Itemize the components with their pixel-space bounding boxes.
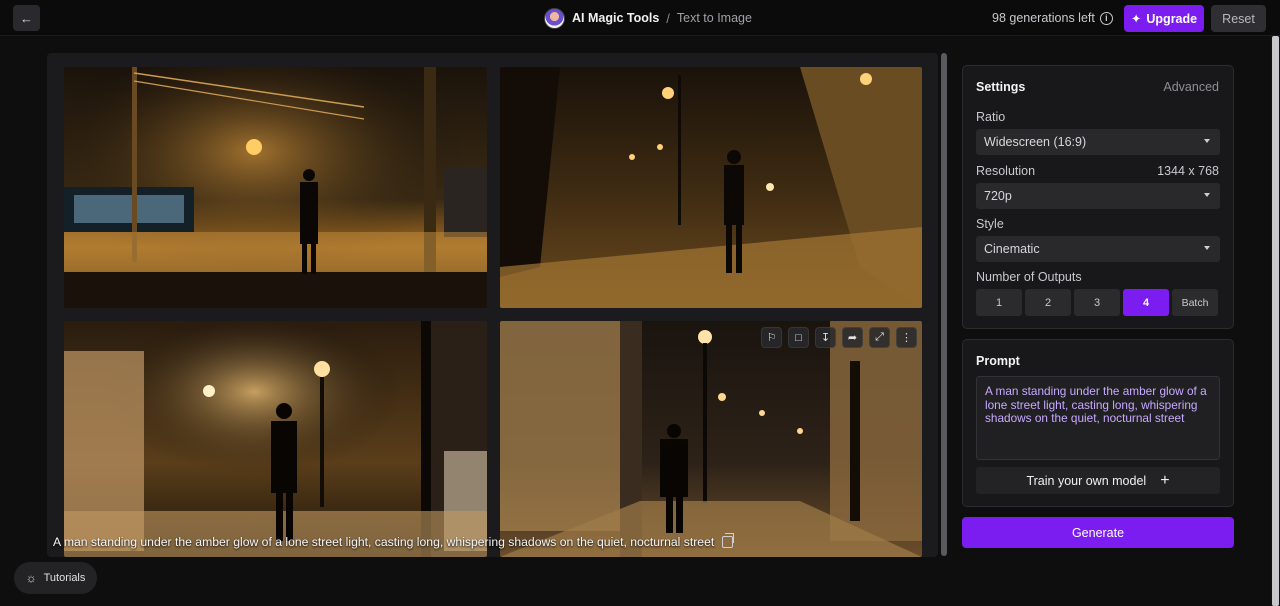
generations-text: 98 generations left <box>992 11 1095 25</box>
chevron-down-icon <box>1204 193 1210 197</box>
prompt-title: Prompt <box>976 354 1020 368</box>
output-option-2[interactable]: 2 <box>1025 289 1071 316</box>
sparkle-icon: ✦ <box>1130 12 1142 26</box>
plus-icon: + <box>1160 471 1170 489</box>
output-option-4[interactable]: 4 <box>1123 289 1169 316</box>
resolution-value: 720p <box>984 189 1012 203</box>
generated-image-1[interactable] <box>64 67 487 308</box>
chevron-down-icon <box>1204 139 1210 143</box>
prompt-input[interactable]: A man standing under the amber glow of a… <box>976 376 1220 460</box>
top-bar: ← AI Magic Tools / Text to Image 98 gene… <box>0 0 1280 36</box>
output-option-3[interactable]: 3 <box>1074 289 1120 316</box>
more-icon[interactable]: ⋮ <box>896 327 917 348</box>
folder-icon[interactable]: □ <box>788 327 809 348</box>
train-model-button[interactable]: Train your own model + <box>976 467 1220 494</box>
ratio-select[interactable]: Widescreen (16:9) <box>976 129 1220 155</box>
style-value: Cinematic <box>984 242 1040 256</box>
reset-button[interactable]: Reset <box>1211 5 1266 32</box>
style-select[interactable]: Cinematic <box>976 236 1220 262</box>
lightbulb-icon: ☼ <box>25 571 37 585</box>
resolution-select[interactable]: 720p <box>976 183 1220 209</box>
generations-counter: 98 generations left i <box>992 11 1113 25</box>
style-label: Style <box>976 217 1004 231</box>
breadcrumb-app[interactable]: AI Magic Tools <box>572 11 659 25</box>
app-avatar <box>544 7 565 29</box>
expand-icon[interactable]: ⤢ <box>869 327 890 348</box>
gallery-scrollbar[interactable] <box>940 53 948 556</box>
generated-image-4[interactable] <box>500 321 922 557</box>
image-gallery: ⚐ □ ↧ ➦ ⤢ ⋮ A man standing under the amb… <box>47 53 938 557</box>
info-icon[interactable]: i <box>1099 11 1113 25</box>
breadcrumb-page: Text to Image <box>676 11 752 25</box>
image-caption: A man standing under the amber glow of a… <box>53 533 753 549</box>
upgrade-label: Upgrade <box>1146 11 1198 26</box>
back-button[interactable]: ← <box>13 5 40 31</box>
output-option-1[interactable]: 1 <box>976 289 1022 316</box>
chevron-down-icon <box>1204 246 1210 250</box>
flag-icon[interactable]: ⚐ <box>761 327 782 348</box>
page-scrollbar[interactable] <box>1271 36 1280 606</box>
generate-button[interactable]: Generate <box>962 517 1234 548</box>
output-option-batch[interactable]: Batch <box>1172 289 1218 316</box>
outputs-label: Number of Outputs <box>976 270 1082 284</box>
resolution-label: Resolution <box>976 164 1036 178</box>
resolution-dimensions: 1344 x 768 <box>1157 164 1219 178</box>
gallery-scrollbar-thumb[interactable] <box>941 53 947 556</box>
page-scrollbar-thumb[interactable] <box>1272 36 1279 606</box>
copy-icon[interactable] <box>722 533 735 548</box>
train-model-label: Train your own model <box>1026 473 1147 488</box>
upgrade-button[interactable]: ✦ Upgrade <box>1124 5 1204 32</box>
ratio-value: Widescreen (16:9) <box>984 135 1087 149</box>
arrow-left-icon: ← <box>20 10 33 26</box>
breadcrumb: AI Magic Tools / Text to Image <box>544 7 752 29</box>
prompt-panel: Prompt A man standing under the amber gl… <box>962 339 1234 507</box>
generated-image-3[interactable] <box>64 321 487 557</box>
outputs-selector: 1 2 3 4 Batch <box>976 289 1218 316</box>
download-icon[interactable]: ↧ <box>815 327 836 348</box>
settings-panel: Settings Advanced Ratio Widescreen (16:9… <box>962 65 1234 329</box>
advanced-link[interactable]: Advanced <box>1163 80 1219 94</box>
generated-image-2[interactable] <box>500 67 922 308</box>
share-icon[interactable]: ➦ <box>842 327 863 348</box>
ratio-label: Ratio <box>976 110 1006 124</box>
breadcrumb-separator: / <box>666 10 670 26</box>
tutorials-label: Tutorials <box>43 572 86 584</box>
tutorials-button[interactable]: ☼ Tutorials <box>14 562 97 594</box>
caption-text: A man standing under the amber glow of a… <box>53 535 715 549</box>
settings-title: Settings <box>976 80 1026 94</box>
image-toolbar: ⚐ □ ↧ ➦ ⤢ ⋮ <box>761 327 917 348</box>
